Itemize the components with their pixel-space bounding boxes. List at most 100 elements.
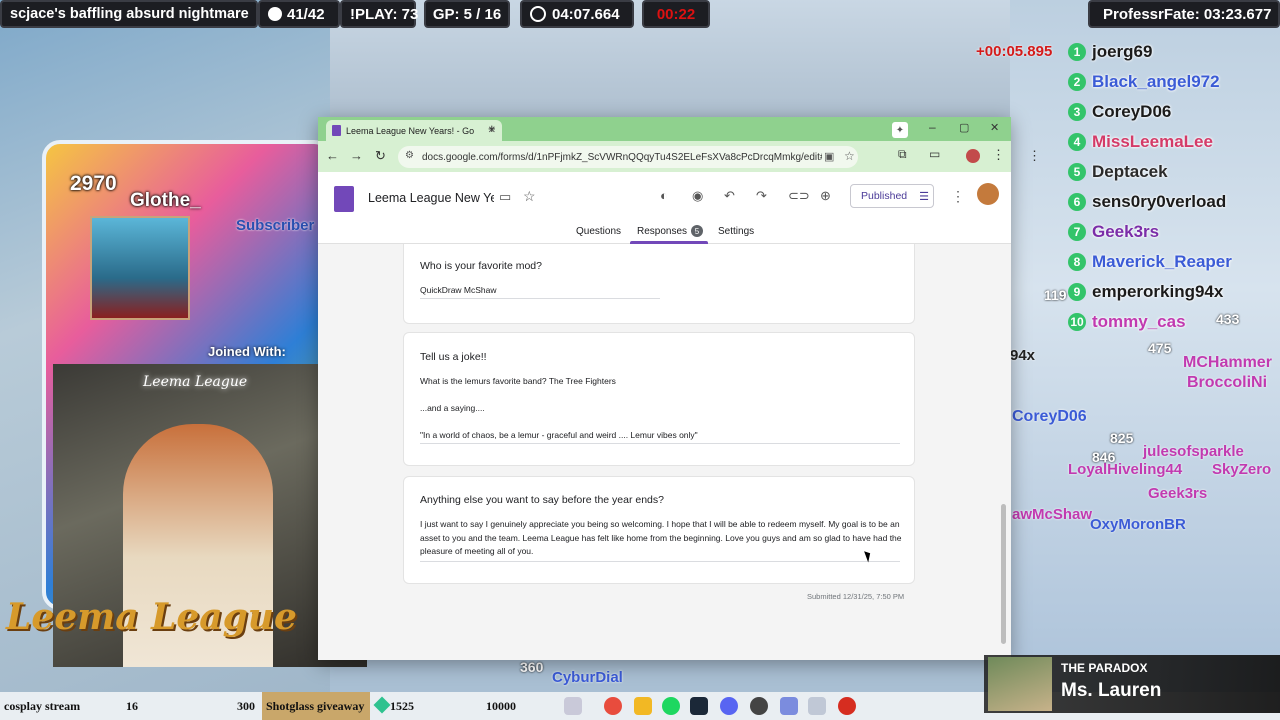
ticker-cosplay-label: cosplay stream <box>4 698 81 713</box>
forms-header: Leema League New Yea ▭ ☆ ◐ ◉ ↶ ↷ ⊂⊃ ⊕ Pu… <box>318 172 1011 244</box>
redo-icon[interactable]: ↷ <box>756 188 767 204</box>
player-name: CoreyD06 <box>1092 102 1172 121</box>
steam-icon[interactable] <box>690 697 708 715</box>
floating-name: BroccoliNi <box>1187 374 1268 391</box>
taskbar-app-icon[interactable] <box>564 697 582 715</box>
form-responses-area: Who is your favorite mod? QuickDraw McSh… <box>318 244 1011 660</box>
publish-settings-icon: ☰ <box>919 190 929 203</box>
question-text: Who is your favorite mod? <box>420 260 542 272</box>
tab-questions[interactable]: Questions <box>576 226 621 237</box>
paradox-thumbnail <box>988 657 1052 711</box>
chrome-menu-icon[interactable]: ⋮ <box>992 147 1005 163</box>
menu-icon[interactable]: ⋮ <box>1028 148 1041 164</box>
discord-icon[interactable] <box>720 697 738 715</box>
back-icon[interactable]: ← <box>326 148 339 163</box>
player-name: tommy_cas <box>1092 312 1186 331</box>
add-collaborator-icon[interactable]: ⊕ <box>820 188 831 204</box>
logo-text: Leema League <box>6 596 297 638</box>
doc-title[interactable]: Leema League New Yea <box>368 191 494 205</box>
site-info-icon[interactable]: ⚙ <box>405 150 414 161</box>
ticker-cosplay-value: 16 <box>126 698 138 713</box>
gemini-icon[interactable]: ✦ <box>892 122 908 138</box>
file-explorer-icon[interactable] <box>634 697 652 715</box>
star-icon[interactable]: ☆ <box>523 188 536 205</box>
reload-icon[interactable]: ↻ <box>375 148 386 164</box>
answer-underline <box>420 561 900 562</box>
more-icon[interactable]: ⋮ <box>951 188 965 205</box>
leaderboard-row: 4 MissLeemaLee <box>1068 131 1213 153</box>
floating-name: 94x <box>1010 347 1036 364</box>
scrollbar[interactable] <box>1001 504 1006 644</box>
profile-avatar[interactable] <box>966 149 980 163</box>
tab-settings[interactable]: Settings <box>718 226 754 237</box>
run-title: scjace's baffling absurd nightmare <box>0 0 258 28</box>
player-name: Black_angel972 <box>1092 72 1220 91</box>
minimize-icon[interactable]: – <box>929 120 936 134</box>
new-tab-icon[interactable]: + <box>488 121 496 136</box>
floating-name: LoyalHiveling44 <box>1068 461 1183 478</box>
rank-badge: 5 <box>1068 163 1086 181</box>
chrome-icon[interactable] <box>604 697 622 715</box>
run-title-text: scjace's baffling absurd nightmare <box>10 6 249 22</box>
answer-text: ...and a saying.... <box>420 403 485 413</box>
answer-underline <box>420 443 900 444</box>
maximize-icon[interactable]: ▢ <box>959 121 969 134</box>
paradox-name: Ms. Lauren <box>1061 680 1162 701</box>
leaderboard-row: 7 Geek3rs <box>1068 221 1159 243</box>
score-badge: 846 <box>1092 449 1116 465</box>
tab-responses[interactable]: Responses <box>637 226 687 237</box>
rank-badge: 3 <box>1068 103 1086 121</box>
sidepanel-icon[interactable]: ▭ <box>929 147 940 161</box>
gp-text: GP: 5 / 16 <box>432 5 502 23</box>
tab-title: Leema League New Years! - Go <box>346 125 475 136</box>
ticker-giveaway-label: Shotglass giveaway <box>262 692 370 720</box>
leaderboard-row: 8 Maverick_Reaper <box>1068 251 1232 273</box>
published-button[interactable]: Published ☰ <box>850 184 934 208</box>
browser-tab[interactable]: Leema League New Years! - Go ✕ <box>326 120 502 141</box>
response-card-year-end: Anything else you want to say before the… <box>403 476 915 584</box>
tab-bar: Leema League New Years! - Go ✕ + ✦ – ▢ ✕ <box>318 117 1011 141</box>
player-name: Geek3rs <box>1092 222 1160 241</box>
run-timer: 04:07.664 <box>520 0 634 28</box>
player-name: emperorking94x <box>1092 282 1224 301</box>
answer-text: I just want to say I genuinely appreciat… <box>420 519 902 556</box>
address-bar[interactable]: ⚙ docs.google.com/forms/d/1nPFjmkZ_ScVWR… <box>398 146 858 168</box>
creative-cloud-icon[interactable] <box>838 697 856 715</box>
neon-sign: Leema League <box>143 374 248 390</box>
link-icon[interactable]: ⊂⊃ <box>788 188 810 204</box>
floating-name: OxyMoronBR <box>1090 516 1186 533</box>
rank-badge: 1 <box>1068 43 1086 61</box>
bookmark-star-icon[interactable]: ☆ <box>844 149 855 163</box>
screen-icon[interactable]: ▣ <box>824 150 834 163</box>
palette-icon[interactable]: ◐ <box>660 188 668 203</box>
ticker-goal-value: 10000 <box>486 698 516 713</box>
rank-badge: 8 <box>1068 253 1086 271</box>
spotify-icon[interactable] <box>662 697 680 715</box>
preview-icon[interactable]: ◉ <box>692 188 703 204</box>
folder-icon[interactable]: ▭ <box>499 189 511 205</box>
player-name: MissLeemaLee <box>1092 132 1213 151</box>
red-timer: 00:22 <box>642 0 710 28</box>
question-text: Tell us a joke!! <box>420 351 487 363</box>
joined-label: Joined With: <box>208 344 286 359</box>
floating-name: awMcShaw <box>1012 506 1093 523</box>
clock-icon <box>530 6 546 22</box>
score-badge: 119 <box>1044 287 1067 303</box>
close-window-icon[interactable]: ✕ <box>990 121 999 134</box>
red-timer-text: 00:22 <box>656 5 696 23</box>
obs-icon[interactable] <box>750 697 768 715</box>
play-count: !PLAY: 73 <box>340 0 418 28</box>
app-icon[interactable] <box>808 697 826 715</box>
player-name: Maverick_Reaper <box>1092 252 1232 271</box>
forward-icon[interactable]: → <box>350 148 363 163</box>
rank-badge: 4 <box>1068 133 1086 151</box>
paradox-title: THE PARADOX <box>1061 661 1148 675</box>
submitted-timestamp: Submitted 12/31/25, 7:50 PM <box>807 592 905 601</box>
score-badge: 360 <box>520 659 544 675</box>
account-avatar[interactable] <box>977 183 999 205</box>
undo-icon[interactable]: ↶ <box>724 188 735 204</box>
answer-underline <box>420 298 660 299</box>
extensions-icon[interactable]: ⧉ <box>898 147 907 162</box>
question-text: Anything else you want to say before the… <box>420 494 664 506</box>
app-icon[interactable] <box>780 697 798 715</box>
